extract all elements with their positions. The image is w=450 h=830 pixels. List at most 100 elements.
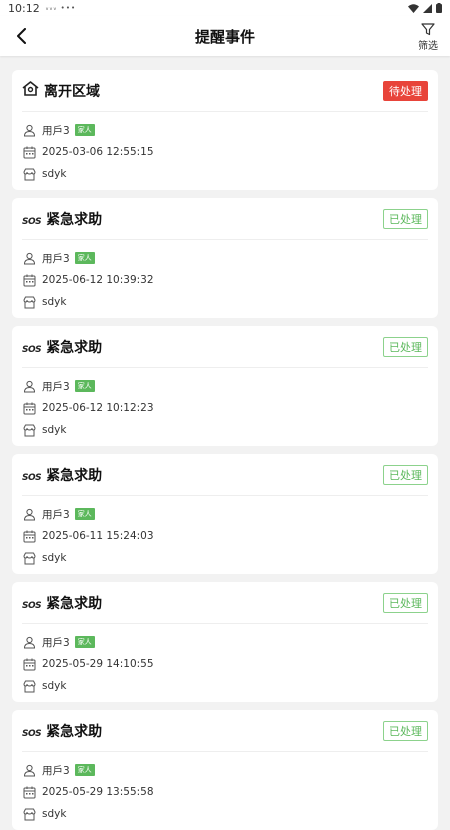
user-row: 用戶3 家人 — [22, 375, 428, 397]
location-row: sdyk — [22, 419, 428, 441]
event-card[interactable]: SOS 紧急求助 已处理 用戶3 家人 2025-05-29 13:55:58 — [12, 710, 438, 830]
calendar-icon — [22, 529, 36, 543]
chevron-left-icon — [17, 28, 26, 44]
relation-tag: 家人 — [74, 124, 95, 136]
event-card-header: SOS 紧急求助 已处理 — [22, 198, 428, 240]
datetime-row: 2025-06-12 10:39:32 — [22, 269, 428, 291]
status-notification-icons: ᵥᵥᵥ ••• — [45, 4, 77, 12]
sos-icon-text: SOS — [22, 217, 42, 227]
user-row: 用戶3 家人 — [22, 247, 428, 269]
event-card-header: SOS 紧急求助 已处理 — [22, 710, 428, 752]
sos-icon-text: SOS — [22, 729, 42, 739]
event-datetime: 2025-03-06 12:55:15 — [42, 146, 154, 158]
location-row: sdyk — [22, 163, 428, 185]
location-row: sdyk — [22, 291, 428, 313]
datetime-row: 2025-03-06 12:55:15 — [22, 141, 428, 163]
person-icon — [22, 635, 36, 649]
sos-icon-text: SOS — [22, 473, 42, 483]
wifi-icon — [408, 3, 419, 13]
relation-tag: 家人 — [74, 380, 95, 392]
filter-label: 筛选 — [418, 40, 438, 52]
status-badge: 已处理 — [383, 720, 428, 741]
event-card-header: SOS 紧急求助 已处理 — [22, 454, 428, 496]
person-icon — [22, 379, 36, 393]
relation-tag: 家人 — [74, 508, 95, 520]
user-row: 用戶3 家人 — [22, 631, 428, 653]
event-title: 紧急求助 — [46, 211, 103, 228]
event-location: sdyk — [42, 296, 67, 308]
status-bar: 10:12 ᵥᵥᵥ ••• — [0, 0, 450, 16]
status-badge: 待处理 — [383, 80, 428, 101]
user-name: 用戶3 — [42, 764, 70, 777]
person-icon — [22, 123, 36, 137]
user-name: 用戶3 — [42, 380, 70, 393]
calendar-icon — [22, 785, 36, 799]
store-icon — [22, 679, 36, 693]
datetime-row: 2025-05-29 14:10:55 — [22, 653, 428, 675]
event-datetime: 2025-06-11 15:24:03 — [42, 530, 154, 542]
event-location: sdyk — [42, 680, 67, 692]
status-badge: 已处理 — [383, 208, 428, 229]
store-icon — [22, 807, 36, 821]
sos-icon-text: SOS — [22, 345, 42, 355]
person-icon — [22, 507, 36, 521]
app-bar: 提醒事件 筛选 — [0, 16, 450, 56]
event-location: sdyk — [42, 424, 67, 436]
store-icon — [22, 551, 36, 565]
event-datetime: 2025-05-29 14:10:55 — [42, 658, 154, 670]
event-card[interactable]: SOS 紧急求助 已处理 用戶3 家人 2025-06-12 10:12:23 — [12, 326, 438, 446]
event-card[interactable]: SOS 紧急求助 已处理 用戶3 家人 2025-06-12 10:39:32 — [12, 198, 438, 318]
event-card-header: SOS 紧急求助 已处理 — [22, 326, 428, 368]
sos-icon: SOS — [22, 465, 42, 484]
event-title: 紧急求助 — [46, 467, 103, 484]
sos-icon: SOS — [22, 721, 42, 740]
user-row: 用戶3 家人 — [22, 503, 428, 525]
event-card[interactable]: SOS 紧急求助 已处理 用戶3 家人 2025-06-11 15:24:03 — [12, 454, 438, 574]
event-card-header: 离开区域 待处理 — [22, 70, 428, 112]
back-button[interactable] — [8, 22, 36, 50]
location-row: sdyk — [22, 803, 428, 825]
battery-icon — [436, 3, 442, 13]
event-list: 离开区域 待处理 用戶3 家人 2025-03-06 12:55:15 sdyk… — [12, 70, 438, 830]
datetime-row: 2025-06-12 10:12:23 — [22, 397, 428, 419]
user-name: 用戶3 — [42, 252, 70, 265]
event-datetime: 2025-06-12 10:12:23 — [42, 402, 154, 414]
event-card[interactable]: SOS 紧急求助 已处理 用戶3 家人 2025-05-29 14:10:55 — [12, 582, 438, 702]
status-time: 10:12 — [8, 1, 40, 15]
relation-tag: 家人 — [74, 764, 95, 776]
sos-icon-text: SOS — [22, 601, 42, 611]
sos-icon: SOS — [22, 337, 42, 356]
page-title: 提醒事件 — [194, 27, 255, 46]
event-location: sdyk — [42, 808, 67, 820]
calendar-icon — [22, 145, 36, 159]
filter-button[interactable]: 筛选 — [414, 20, 442, 54]
calendar-icon — [22, 273, 36, 287]
event-datetime: 2025-05-29 13:55:58 — [42, 786, 154, 798]
user-row: 用戶3 家人 — [22, 759, 428, 781]
sos-icon: SOS — [22, 209, 42, 228]
store-icon — [22, 167, 36, 181]
calendar-icon — [22, 657, 36, 671]
location-row: sdyk — [22, 675, 428, 697]
calendar-icon — [22, 401, 36, 415]
user-name: 用戶3 — [42, 508, 70, 521]
event-title: 紧急求助 — [46, 723, 103, 740]
event-card-header: SOS 紧急求助 已处理 — [22, 582, 428, 624]
store-icon — [22, 423, 36, 437]
event-card[interactable]: 离开区域 待处理 用戶3 家人 2025-03-06 12:55:15 sdyk — [12, 70, 438, 190]
status-badge: 已处理 — [383, 592, 428, 613]
status-badge: 已处理 — [383, 464, 428, 485]
person-icon — [22, 763, 36, 777]
user-row: 用戶3 家人 — [22, 119, 428, 141]
event-title: 离开区域 — [44, 83, 100, 100]
store-icon — [22, 295, 36, 309]
signal-icon — [423, 3, 432, 13]
event-title: 紧急求助 — [46, 339, 103, 356]
user-name: 用戶3 — [42, 124, 70, 137]
datetime-row: 2025-06-11 15:24:03 — [22, 525, 428, 547]
filter-icon — [421, 22, 435, 35]
event-location: sdyk — [42, 168, 67, 180]
location-row: sdyk — [22, 547, 428, 569]
event-location: sdyk — [42, 552, 67, 564]
sos-icon: SOS — [22, 593, 42, 612]
